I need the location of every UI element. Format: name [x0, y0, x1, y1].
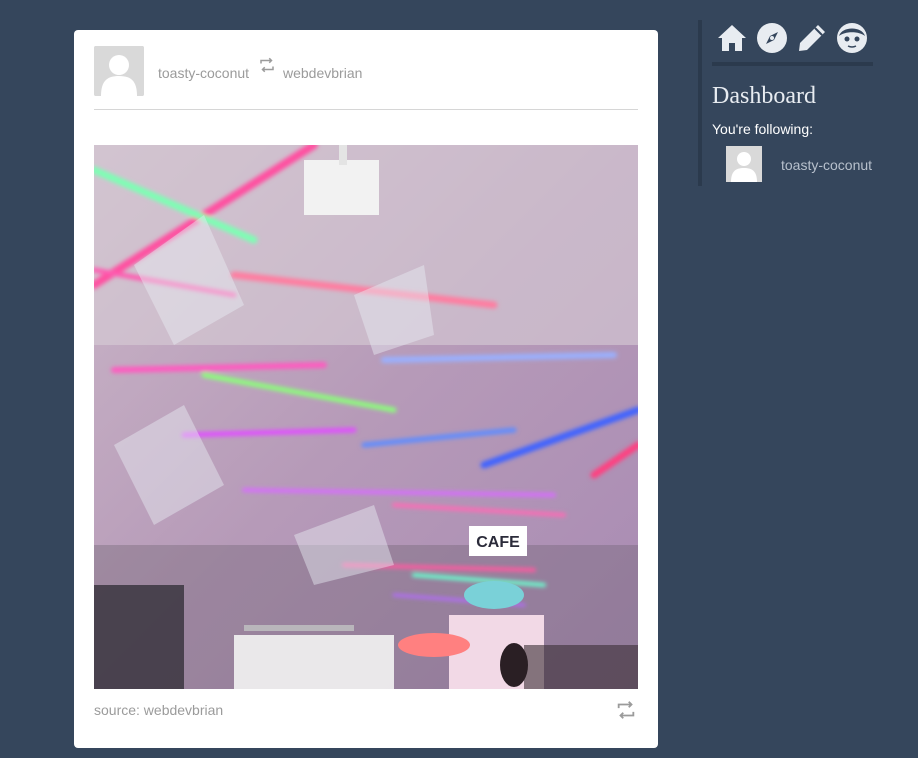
post-author-link[interactable]: toasty-coconut	[158, 65, 249, 81]
home-icon[interactable]	[716, 22, 748, 54]
dashboard-title: Dashboard	[712, 83, 816, 109]
post-source-link[interactable]: source: webdevbrian	[94, 702, 223, 718]
post-card: toasty-coconut webdevbrian CAFE source: …	[74, 30, 658, 748]
reblogged-from-link[interactable]: webdevbrian	[283, 65, 362, 81]
sidebar: Dashboard You're following: toasty-cocon…	[698, 20, 873, 186]
reblog-icon[interactable]	[615, 699, 637, 721]
face-icon[interactable]	[836, 22, 868, 54]
default-avatar-icon	[726, 146, 762, 182]
sidebar-nav	[712, 20, 873, 66]
following-label: You're following:	[712, 121, 814, 137]
compass-icon[interactable]	[756, 22, 788, 54]
author-avatar[interactable]	[94, 46, 144, 96]
post-photo: CAFE	[94, 145, 638, 689]
following-avatar	[726, 146, 762, 182]
following-item[interactable]: toasty-coconut	[726, 146, 876, 182]
default-avatar-icon	[94, 46, 144, 96]
reblog-icon	[260, 57, 274, 73]
cafe-sign: CAFE	[476, 534, 520, 551]
pencil-icon[interactable]	[796, 22, 828, 54]
following-name: toasty-coconut	[781, 157, 873, 173]
post-header: toasty-coconut webdevbrian	[94, 46, 638, 110]
